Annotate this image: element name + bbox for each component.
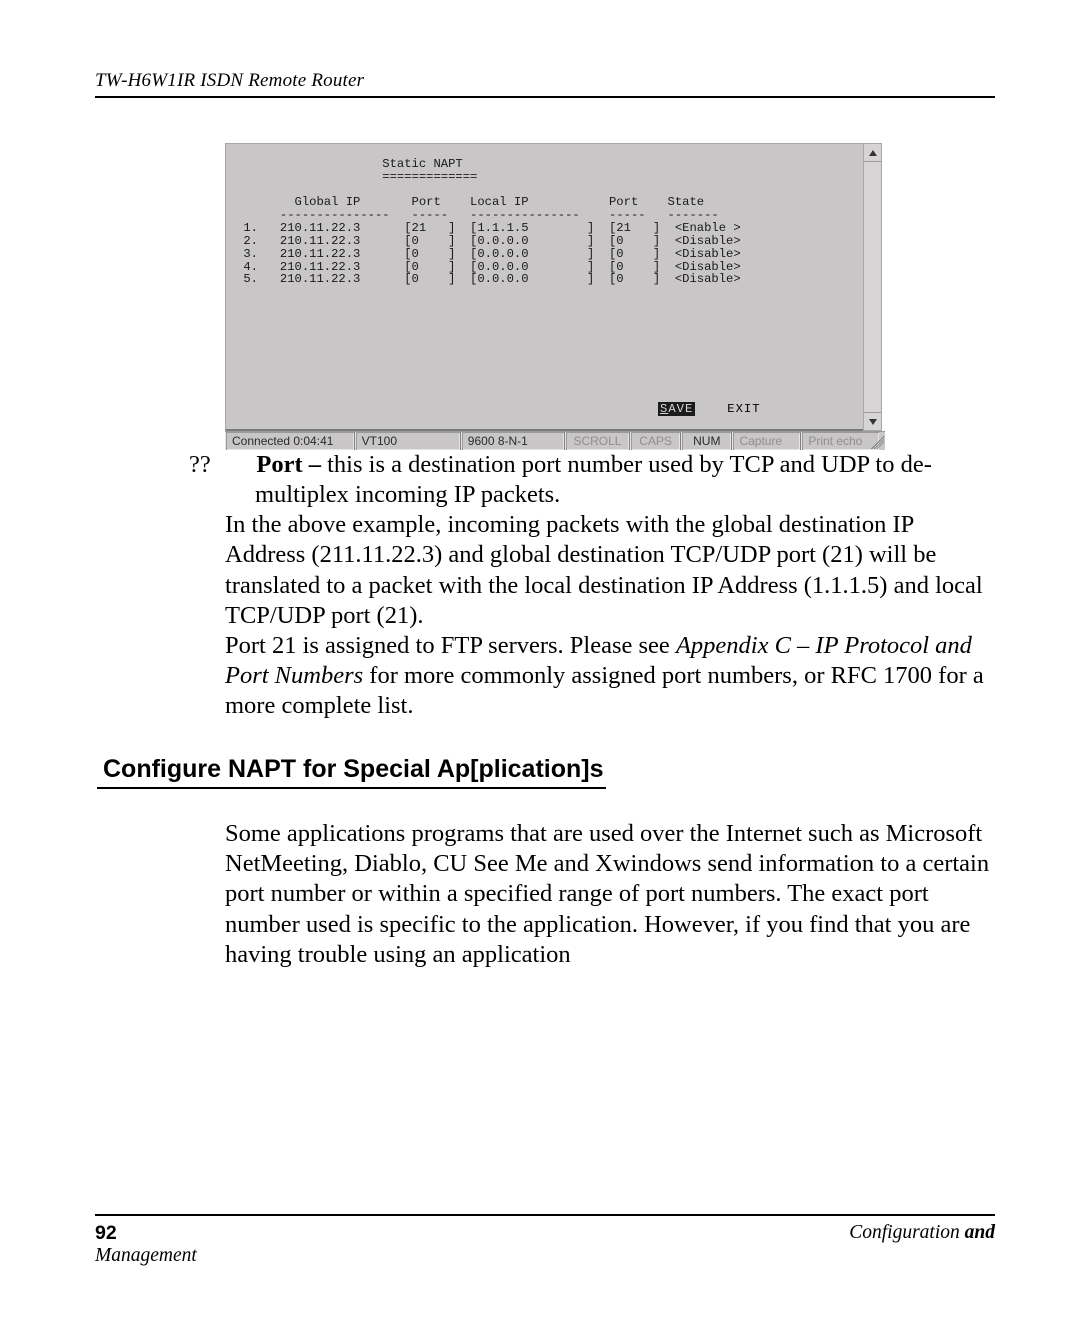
para-example: In the above example, incoming packets w… xyxy=(225,510,998,631)
terminal-screenshot: Static NAPT ============= Global IP Port… xyxy=(225,143,885,450)
terminal-content: Static NAPT ============= Global IP Port… xyxy=(236,158,853,286)
section-heading: Configure NAPT for Special Ap[plication]… xyxy=(97,755,606,789)
status-bar: Connected 0:04:41 VT100 9600 8-N-1 SCROL… xyxy=(225,431,879,450)
exit-button[interactable]: EXIT xyxy=(727,402,760,416)
save-button[interactable]: SAVE xyxy=(658,402,695,416)
status-connected: Connected 0:04:41 xyxy=(225,432,355,450)
scroll-down-button[interactable] xyxy=(864,412,881,430)
status-scroll: SCROLL xyxy=(565,432,630,450)
status-emulation: VT100 xyxy=(355,432,461,450)
scroll-up-button[interactable] xyxy=(864,144,881,162)
status-caps: CAPS xyxy=(630,432,681,450)
chevron-down-icon xyxy=(869,419,877,425)
page-footer: 92 Management Configuration and xyxy=(95,1214,995,1267)
para-applications: Some applications programs that are used… xyxy=(225,819,998,970)
bullet-port: ?? Port – this is a destination port num… xyxy=(225,450,998,510)
status-num: NUM xyxy=(681,432,732,450)
status-printecho: Print echo xyxy=(801,432,879,450)
scrollbar[interactable] xyxy=(864,143,882,431)
status-serial: 9600 8-N-1 xyxy=(461,432,565,450)
running-header: TW-H6W1IR ISDN Remote Router xyxy=(95,70,995,98)
status-capture: Capture xyxy=(732,432,801,450)
para-ftp: Port 21 is assigned to FTP servers. Plea… xyxy=(225,631,998,721)
page-number: 92 xyxy=(95,1222,117,1244)
resize-grip-icon[interactable] xyxy=(879,431,885,450)
chevron-up-icon xyxy=(869,150,877,156)
scrollbar-track[interactable] xyxy=(864,162,881,412)
